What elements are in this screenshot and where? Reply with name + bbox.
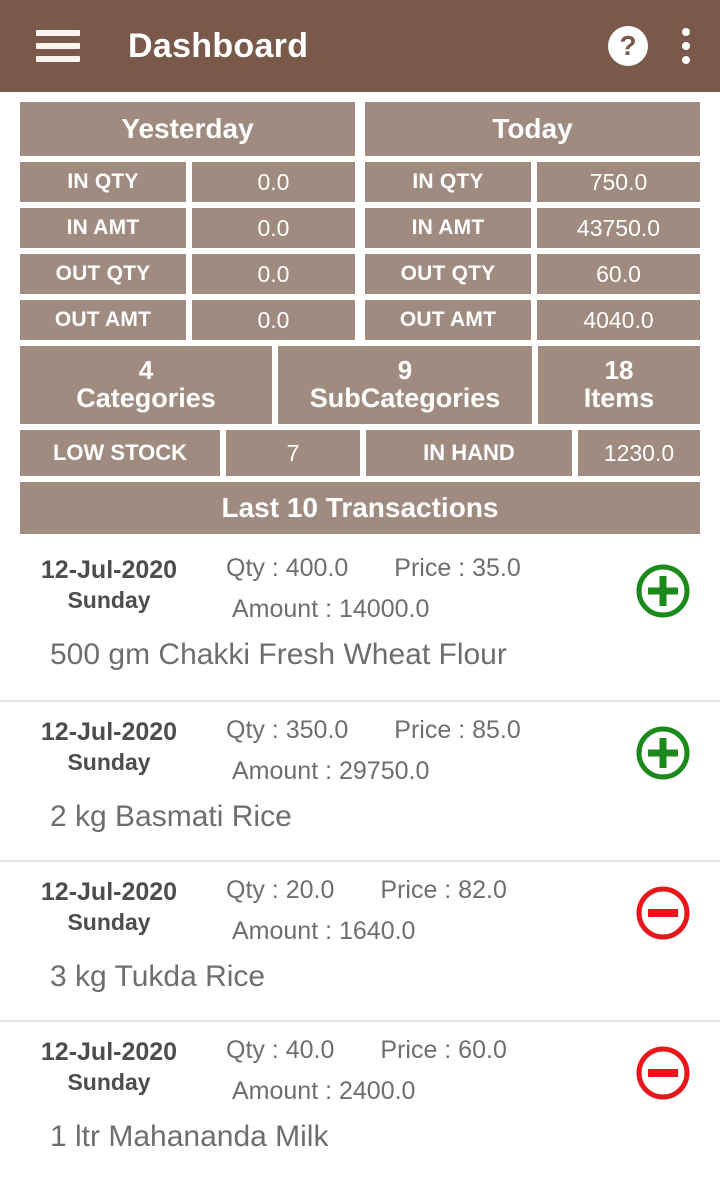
overflow-dot xyxy=(682,28,690,36)
app-bar: Dashboard ? xyxy=(0,0,720,92)
today-title: Today xyxy=(365,102,700,156)
hamburger-bar xyxy=(36,30,80,36)
today-row-out-qty: OUT QTY 60.0 xyxy=(365,254,700,294)
today-out-amt-label: OUT AMT xyxy=(365,300,531,340)
transaction-summary: 12-Jul-2020 Sunday Qty : 400.0 Price : 3… xyxy=(0,552,720,625)
low-stock-row: LOW STOCK 7 IN HAND 1230.0 xyxy=(20,430,700,476)
overflow-dot xyxy=(682,56,690,64)
transaction-out-icon[interactable] xyxy=(634,884,692,942)
items-count: 18 xyxy=(604,355,634,386)
yesterday-in-amt-label: IN AMT xyxy=(20,208,186,248)
transaction-row[interactable]: 12-Jul-2020 Sunday Qty : 40.0 Price : 60… xyxy=(0,1020,720,1180)
yesterday-row-in-qty: IN QTY 0.0 xyxy=(20,162,355,202)
transaction-datecol: 12-Jul-2020 Sunday xyxy=(0,714,218,777)
help-question-icon[interactable]: ? xyxy=(608,26,648,66)
yesterday-row-in-amt: IN AMT 0.0 xyxy=(20,208,355,248)
categories-count: 4 xyxy=(138,355,154,386)
transaction-item-name: 500 gm Chakki Fresh Wheat Flour xyxy=(50,638,507,671)
transaction-price: Price : 35.0 xyxy=(394,554,521,582)
transaction-datecol: 12-Jul-2020 Sunday xyxy=(0,552,218,615)
yesterday-row-out-qty: OUT QTY 0.0 xyxy=(20,254,355,294)
today-in-amt-label: IN AMT xyxy=(365,208,531,248)
transaction-datecol: 12-Jul-2020 Sunday xyxy=(0,874,218,937)
yesterday-title: Yesterday xyxy=(20,102,355,156)
transaction-out-icon[interactable] xyxy=(634,1044,692,1102)
transaction-datecol: 12-Jul-2020 Sunday xyxy=(0,1034,218,1097)
transaction-day: Sunday xyxy=(67,587,151,613)
overflow-menu-icon[interactable] xyxy=(666,24,706,68)
today-table: Today IN QTY 750.0 IN AMT 43750.0 OUT QT… xyxy=(365,102,700,340)
items-card[interactable]: 18 Items xyxy=(538,346,700,424)
stats-section: Yesterday IN QTY 0.0 IN AMT 0.0 OUT QTY … xyxy=(0,92,720,534)
transaction-day: Sunday xyxy=(67,909,151,935)
transaction-in-icon[interactable] xyxy=(634,562,692,620)
transaction-summary: 12-Jul-2020 Sunday Qty : 350.0 Price : 8… xyxy=(0,714,720,787)
in-hand-label: IN HAND xyxy=(366,430,572,476)
transaction-qty: Qty : 400.0 xyxy=(226,554,349,582)
today-row-out-amt: OUT AMT 4040.0 xyxy=(365,300,700,340)
today-out-qty-label: OUT QTY xyxy=(365,254,531,294)
today-out-amt-value: 4040.0 xyxy=(537,300,700,340)
transaction-row[interactable]: 12-Jul-2020 Sunday Qty : 20.0 Price : 82… xyxy=(0,860,720,1020)
transaction-row[interactable]: 12-Jul-2020 Sunday Qty : 350.0 Price : 8… xyxy=(0,700,720,860)
in-hand-value[interactable]: 1230.0 xyxy=(578,430,700,476)
transaction-date: 12-Jul-2020 xyxy=(40,556,178,584)
today-in-qty-value: 750.0 xyxy=(537,162,700,202)
yesterday-out-qty-value: 0.0 xyxy=(192,254,355,294)
transaction-item-name: 2 kg Basmati Rice xyxy=(50,800,292,833)
low-stock-label: LOW STOCK xyxy=(20,430,220,476)
yesterday-in-qty-value: 0.0 xyxy=(192,162,355,202)
today-row-in-amt: IN AMT 43750.0 xyxy=(365,208,700,248)
categories-card[interactable]: 4 Categories xyxy=(20,346,272,424)
transactions-list: 12-Jul-2020 Sunday Qty : 400.0 Price : 3… xyxy=(0,540,720,1180)
transaction-in-icon[interactable] xyxy=(634,724,692,782)
transaction-price: Price : 60.0 xyxy=(380,1036,507,1064)
transaction-item-name: 3 kg Tukda Rice xyxy=(50,960,266,993)
yesterday-row-out-amt: OUT AMT 0.0 xyxy=(20,300,355,340)
app-bar-actions: ? xyxy=(608,0,706,92)
transaction-date: 12-Jul-2020 xyxy=(40,878,178,906)
today-row-in-qty: IN QTY 750.0 xyxy=(365,162,700,202)
today-in-qty-label: IN QTY xyxy=(365,162,531,202)
transaction-qty: Qty : 20.0 xyxy=(226,876,335,904)
subcategories-count: 9 xyxy=(397,355,413,386)
items-label: Items xyxy=(583,383,655,414)
overflow-dot xyxy=(682,42,690,50)
transaction-qty: Qty : 350.0 xyxy=(226,716,349,744)
transaction-date: 12-Jul-2020 xyxy=(40,718,178,746)
transaction-day: Sunday xyxy=(67,1069,151,1095)
subcategories-card[interactable]: 9 SubCategories xyxy=(278,346,532,424)
transaction-summary: 12-Jul-2020 Sunday Qty : 20.0 Price : 82… xyxy=(0,874,720,947)
yesterday-out-amt-label: OUT AMT xyxy=(20,300,186,340)
yesterday-out-amt-value: 0.0 xyxy=(192,300,355,340)
transaction-row[interactable]: 12-Jul-2020 Sunday Qty : 400.0 Price : 3… xyxy=(0,540,720,700)
transaction-summary: 12-Jul-2020 Sunday Qty : 40.0 Price : 60… xyxy=(0,1034,720,1107)
hamburger-menu-icon[interactable] xyxy=(36,30,80,62)
transaction-price: Price : 82.0 xyxy=(380,876,507,904)
page-title: Dashboard xyxy=(128,26,309,65)
yesterday-in-qty-label: IN QTY xyxy=(20,162,186,202)
transaction-item-name: 1 ltr Mahananda Milk xyxy=(50,1120,329,1153)
hamburger-bar xyxy=(36,43,80,49)
today-in-amt-value: 43750.0 xyxy=(537,208,700,248)
transaction-qty: Qty : 40.0 xyxy=(226,1036,335,1064)
transaction-day: Sunday xyxy=(67,749,151,775)
yesterday-out-qty-label: OUT QTY xyxy=(20,254,186,294)
yesterday-table: Yesterday IN QTY 0.0 IN AMT 0.0 OUT QTY … xyxy=(20,102,355,340)
counts-row: 4 Categories 9 SubCategories 18 Items xyxy=(20,346,700,424)
categories-label: Categories xyxy=(76,383,216,414)
subcategories-label: SubCategories xyxy=(309,383,501,414)
period-summary-tables: Yesterday IN QTY 0.0 IN AMT 0.0 OUT QTY … xyxy=(20,102,700,340)
yesterday-in-amt-value: 0.0 xyxy=(192,208,355,248)
transaction-price: Price : 85.0 xyxy=(394,716,521,744)
today-out-qty-value: 60.0 xyxy=(537,254,700,294)
hamburger-bar xyxy=(36,56,80,62)
transactions-header: Last 10 Transactions xyxy=(20,482,700,534)
transaction-date: 12-Jul-2020 xyxy=(40,1038,178,1066)
low-stock-value[interactable]: 7 xyxy=(226,430,360,476)
